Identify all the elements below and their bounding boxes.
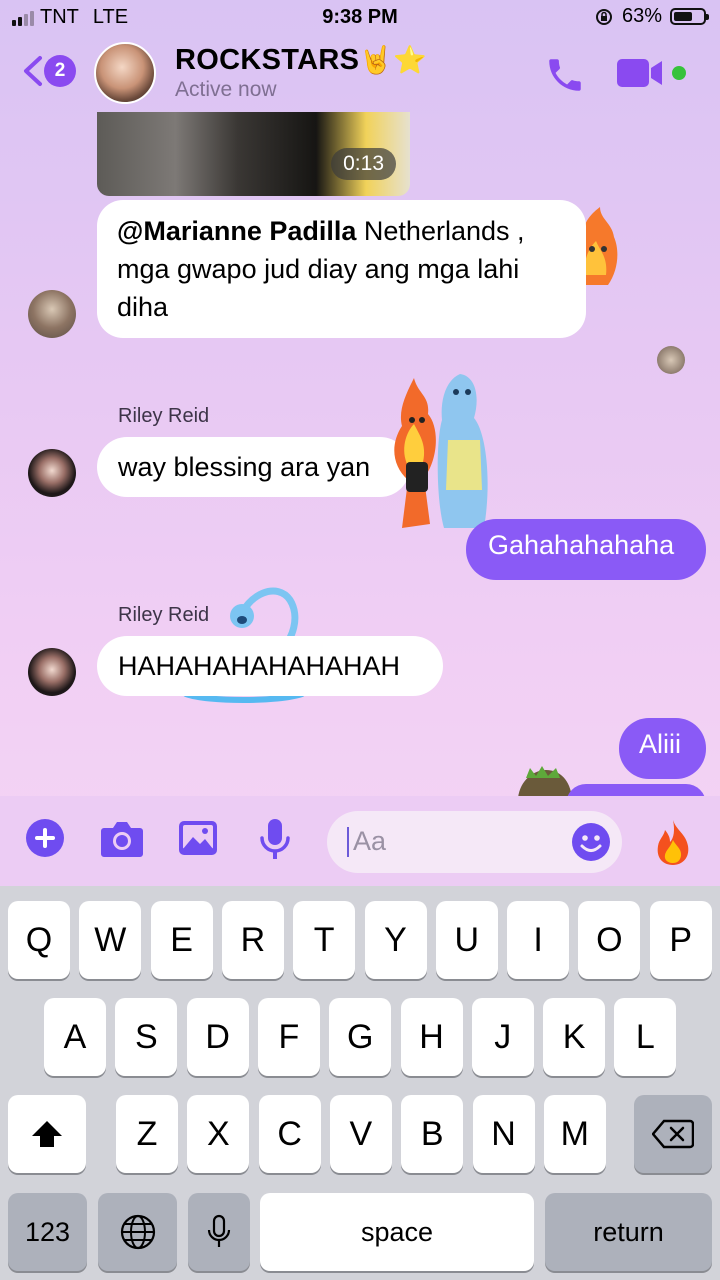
chat-header: 2 ROCKSTARS🤘⭐ Active now [0, 36, 720, 112]
text-caret [347, 827, 349, 857]
space-key[interactable]: space [260, 1193, 534, 1271]
dictation-key[interactable] [188, 1193, 250, 1271]
key-b[interactable]: B [401, 1095, 464, 1173]
online-indicator [672, 66, 686, 80]
audio-call-button[interactable] [544, 54, 586, 101]
key-e[interactable]: E [150, 901, 213, 979]
back-button[interactable]: 2 [20, 54, 76, 88]
key-h[interactable]: H [400, 998, 463, 1076]
battery-percent: 63% [621, 5, 662, 27]
read-receipt-avatar [657, 346, 685, 374]
key-o[interactable]: O [578, 901, 641, 979]
battery-icon [670, 8, 709, 25]
key-j[interactable]: J [471, 998, 534, 1076]
orientation-lock-icon [595, 8, 612, 25]
sender-avatar[interactable] [28, 449, 76, 497]
return-key[interactable]: return [545, 1193, 712, 1271]
key-n[interactable]: N [472, 1095, 535, 1173]
camera-icon[interactable] [100, 820, 144, 858]
keyboard: Q W E R T Y U I O P A S D F G H J K L Z X C V B N M 123 space return [0, 886, 720, 1280]
message-bubble[interactable]: @Marianne Padilla Netherlands , mga gwap… [97, 200, 586, 338]
key-c[interactable]: C [258, 1095, 321, 1173]
shift-arrow-icon [32, 1121, 62, 1147]
phone-icon [549, 59, 581, 91]
plant-character-sticker [518, 766, 572, 798]
active-status: Active now [175, 78, 277, 101]
shift-key[interactable] [8, 1095, 86, 1173]
key-s[interactable]: S [115, 998, 178, 1076]
title-emoji: 🤘⭐ [359, 45, 428, 75]
key-v[interactable]: V [329, 1095, 392, 1173]
smiley-icon[interactable] [571, 822, 611, 862]
sender-avatar[interactable] [28, 290, 76, 338]
key-p[interactable]: P [649, 901, 712, 979]
microphone-icon [207, 1214, 231, 1247]
image-icon[interactable] [178, 820, 218, 856]
key-a[interactable]: A [44, 998, 106, 1076]
message-bubble[interactable]: HAHAHAHAHAHAHAH [97, 636, 443, 696]
key-m[interactable]: M [543, 1095, 606, 1173]
globe-key[interactable] [98, 1193, 177, 1271]
key-i[interactable]: I [507, 901, 570, 979]
group-avatar[interactable] [94, 42, 156, 104]
key-f[interactable]: F [257, 998, 320, 1076]
sender-name: Riley Reid [118, 405, 210, 427]
microphone-icon[interactable] [258, 818, 292, 860]
video-duration: 0:13 [331, 148, 396, 180]
my-message-bubble[interactable]: Gahahahahaha [466, 519, 706, 580]
video-camera-icon [617, 59, 662, 87]
key-l[interactable]: L [614, 998, 677, 1076]
video-message[interactable]: 0:13 [97, 112, 410, 196]
key-t[interactable]: T [293, 901, 356, 979]
elemental-characters-sticker [394, 374, 488, 528]
group-name[interactable]: ROCKSTARS🤘⭐ [175, 44, 427, 77]
key-y[interactable]: Y [364, 901, 427, 979]
key-q[interactable]: Q [8, 901, 70, 979]
key-r[interactable]: R [221, 901, 284, 979]
sender-avatar[interactable] [28, 648, 76, 696]
unread-badge: 2 [44, 55, 76, 87]
key-u[interactable]: U [435, 901, 498, 979]
backspace-key[interactable] [634, 1095, 712, 1173]
numbers-key[interactable]: 123 [8, 1193, 87, 1271]
key-w[interactable]: W [79, 901, 142, 979]
key-x[interactable]: X [187, 1095, 250, 1173]
key-z[interactable]: Z [116, 1095, 178, 1173]
back-chevron-icon [24, 56, 42, 86]
status-bar: TNT LTE 9:38 PM 63% [0, 0, 720, 36]
video-call-button[interactable] [616, 56, 664, 95]
key-k[interactable]: K [543, 998, 606, 1076]
message-placeholder: Aa [353, 826, 387, 856]
key-d[interactable]: D [186, 998, 249, 1076]
globe-icon [120, 1214, 155, 1250]
key-g[interactable]: G [329, 998, 392, 1076]
message-bubble[interactable]: way blessing ara yan [97, 437, 410, 497]
my-message-bubble[interactable]: Aliii [619, 718, 706, 779]
fire-emoji[interactable] [652, 818, 694, 866]
mention[interactable]: @Marianne Padilla [117, 216, 356, 246]
backspace-icon [652, 1119, 694, 1149]
plus-icon[interactable] [25, 818, 65, 858]
